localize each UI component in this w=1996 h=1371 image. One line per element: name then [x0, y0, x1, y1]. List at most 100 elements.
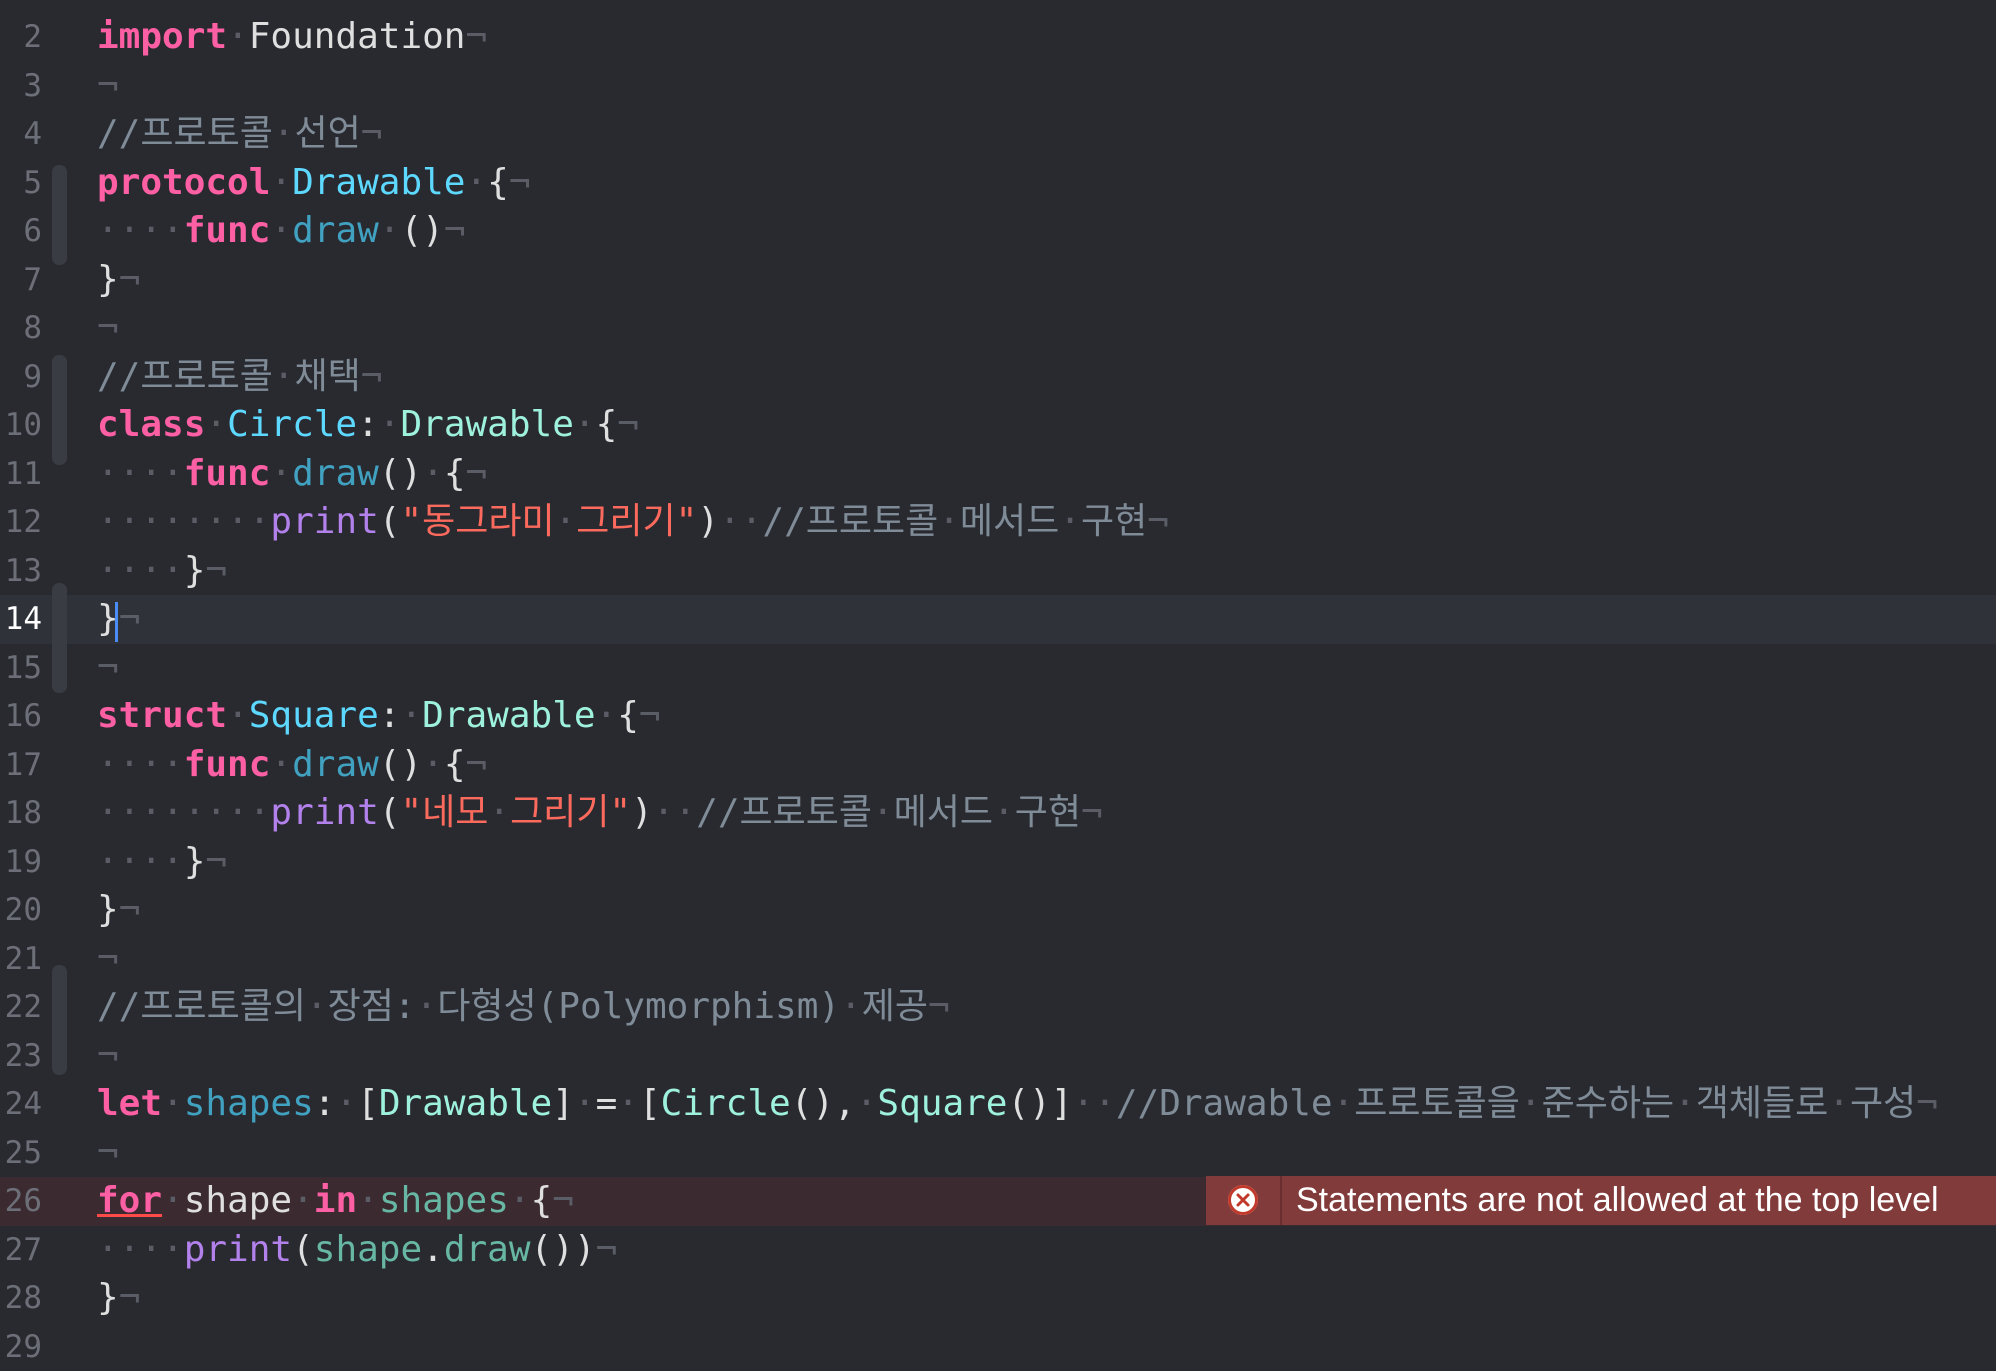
code-token-comment: 구현	[1081, 501, 1147, 542]
code-text[interactable]: ¬	[97, 1032, 119, 1081]
code-text[interactable]: ····}¬	[97, 547, 227, 596]
code-text[interactable]: ····func·draw()·{¬	[97, 450, 487, 499]
invisible-char: ·	[574, 1083, 596, 1124]
fold-ribbon-protocol[interactable]	[52, 165, 67, 265]
line-number: 18	[0, 789, 42, 838]
code-token-type: Drawable	[400, 404, 573, 445]
code-line[interactable]: 16struct·Square:·Drawable·{¬	[0, 692, 1996, 741]
code-line[interactable]: 25¬	[0, 1129, 1996, 1178]
code-line[interactable]: 4//프로토콜·선언¬	[0, 110, 1996, 159]
fold-ribbon-square-method[interactable]	[52, 583, 67, 693]
invisible-char: ¬	[97, 1035, 119, 1076]
code-token-string: "네모	[400, 792, 488, 833]
code-text[interactable]: ········print("동그라미·그리기")··//프로토콜·메서드·구현…	[97, 498, 1169, 547]
code-token-builtin: print	[184, 1229, 292, 1270]
code-text[interactable]: class·Circle:·Drawable·{¬	[97, 401, 639, 450]
code-text[interactable]: ¬	[97, 935, 119, 984]
invisible-char: ·	[162, 1180, 184, 1221]
code-line[interactable]: 9 //프로토콜·채택¬	[0, 353, 1996, 402]
code-line[interactable]: 23¬	[0, 1032, 1996, 1081]
line-number: 8	[0, 304, 42, 353]
code-text[interactable]: ········print("네모·그리기")··//프로토콜·메서드·구현¬	[97, 789, 1103, 838]
code-line[interactable]: 21¬	[0, 935, 1996, 984]
code-text[interactable]: ····func·draw()·{¬	[97, 741, 487, 790]
invisible-char: ¬	[97, 65, 119, 106]
invisible-char: ¬	[361, 356, 383, 397]
code-line[interactable]: 17····func·draw()·{¬	[0, 741, 1996, 790]
code-text[interactable]: let·shapes:·[Drawable]·=·[Circle(),·Squa…	[97, 1080, 1938, 1129]
invisible-char: ¬	[509, 162, 531, 203]
code-line[interactable]: 28}¬	[0, 1274, 1996, 1323]
code-line[interactable]: 20}¬	[0, 886, 1996, 935]
code-line[interactable]: 8¬	[0, 304, 1996, 353]
code-token-comment: //프로토콜	[97, 113, 273, 154]
code-text[interactable]: ····print(shape.draw())¬	[97, 1226, 617, 1275]
code-text[interactable]: //프로토콜·채택¬	[97, 353, 382, 402]
code-text[interactable]: }¬	[97, 886, 140, 935]
code-line-current[interactable]: 14}¬	[0, 595, 1996, 644]
code-line[interactable]: 3¬	[0, 62, 1996, 111]
code-text[interactable]: ¬	[97, 644, 119, 693]
invisible-char: ·	[379, 210, 401, 251]
code-text[interactable]: }¬	[97, 256, 140, 305]
line-number: 2	[0, 13, 42, 62]
code-token-keyword: import	[97, 16, 227, 57]
code-token-plain: =	[596, 1083, 618, 1124]
code-token-func: shapes	[379, 1180, 509, 1221]
code-text[interactable]: for·shape·in·shapes·{¬	[97, 1177, 574, 1226]
invisible-char: ·	[465, 162, 487, 203]
code-text[interactable]: ¬	[97, 1129, 119, 1178]
error-banner[interactable]: Statements are not allowed at the top le…	[1206, 1176, 1996, 1225]
invisible-char: ·	[227, 695, 249, 736]
code-token-string: 그리기"	[576, 501, 697, 542]
code-text[interactable]: ····}¬	[97, 838, 227, 887]
code-text[interactable]: }¬	[97, 1274, 140, 1323]
code-line[interactable]: 7}¬	[0, 256, 1996, 305]
code-line[interactable]: 29	[0, 1323, 1996, 1371]
fold-ribbon-circle-method[interactable]	[52, 355, 67, 465]
code-text[interactable]: ····func·draw·()¬	[97, 207, 466, 256]
invisible-char: ·	[993, 792, 1015, 833]
code-line[interactable]: 24let·shapes:·[Drawable]·=·[Circle(),·Sq…	[0, 1080, 1996, 1129]
code-line[interactable]: 5protocol·Drawable·{¬	[0, 159, 1996, 208]
code-line[interactable]: 18········print("네모·그리기")··//프로토콜·메서드·구현…	[0, 789, 1996, 838]
invisible-char: ¬	[928, 986, 950, 1027]
invisible-char: ¬	[97, 1132, 119, 1173]
code-text[interactable]: }¬	[97, 595, 140, 644]
code-line[interactable]: 11····func·draw()·{¬	[0, 450, 1996, 499]
code-token-type: Square	[877, 1083, 1007, 1124]
code-text[interactable]: //프로토콜의·장점:·다형성(Polymorphism)·제공¬	[97, 983, 950, 1032]
code-token-keyword: for	[97, 1180, 162, 1221]
code-line[interactable]: 6····func·draw·()¬	[0, 207, 1996, 256]
code-token-comment: 준수하는	[1542, 1083, 1674, 1124]
fold-ribbon-for-loop[interactable]	[52, 965, 67, 1075]
invisible-char: ········	[97, 501, 270, 542]
code-text[interactable]: ¬	[97, 62, 119, 111]
code-line[interactable]: 12········print("동그라미·그리기")··//프로토콜·메서드·…	[0, 498, 1996, 547]
code-text[interactable]: struct·Square:·Drawable·{¬	[97, 692, 661, 741]
invisible-char: ·	[270, 210, 292, 251]
error-icon-cell[interactable]	[1206, 1176, 1282, 1225]
code-text[interactable]: import·Foundation¬	[97, 13, 487, 62]
code-text[interactable]: protocol·Drawable·{¬	[97, 159, 531, 208]
invisible-char: ·	[1828, 1083, 1850, 1124]
invisible-char: ··	[653, 792, 696, 833]
invisible-char: ¬	[119, 1277, 141, 1318]
code-line[interactable]: 27····print(shape.draw())¬	[0, 1226, 1996, 1275]
code-line[interactable]: 2 import·Foundation¬	[0, 13, 1996, 62]
code-line[interactable]: 19····}¬	[0, 838, 1996, 887]
code-text[interactable]: ¬	[97, 304, 119, 353]
code-editor[interactable]: 2 import·Foundation¬3¬4//프로토콜·선언¬5protoco…	[0, 0, 1996, 1370]
line-number: 9	[0, 353, 42, 402]
code-line[interactable]: 10class·Circle:·Drawable·{¬	[0, 401, 1996, 450]
code-token-plain: (),	[791, 1083, 856, 1124]
code-line[interactable]: 15¬	[0, 644, 1996, 693]
code-line[interactable]: 22//프로토콜의·장점:·다형성(Polymorphism)·제공¬	[0, 983, 1996, 1032]
code-token-plain: ()]	[1007, 1083, 1072, 1124]
invisible-char: ¬	[119, 598, 141, 639]
invisible-char: ¬	[466, 744, 488, 785]
invisible-char: ·	[270, 162, 292, 203]
code-text[interactable]: //프로토콜·선언¬	[97, 110, 382, 159]
code-token-plain: {	[487, 162, 509, 203]
code-line[interactable]: 13····}¬	[0, 547, 1996, 596]
